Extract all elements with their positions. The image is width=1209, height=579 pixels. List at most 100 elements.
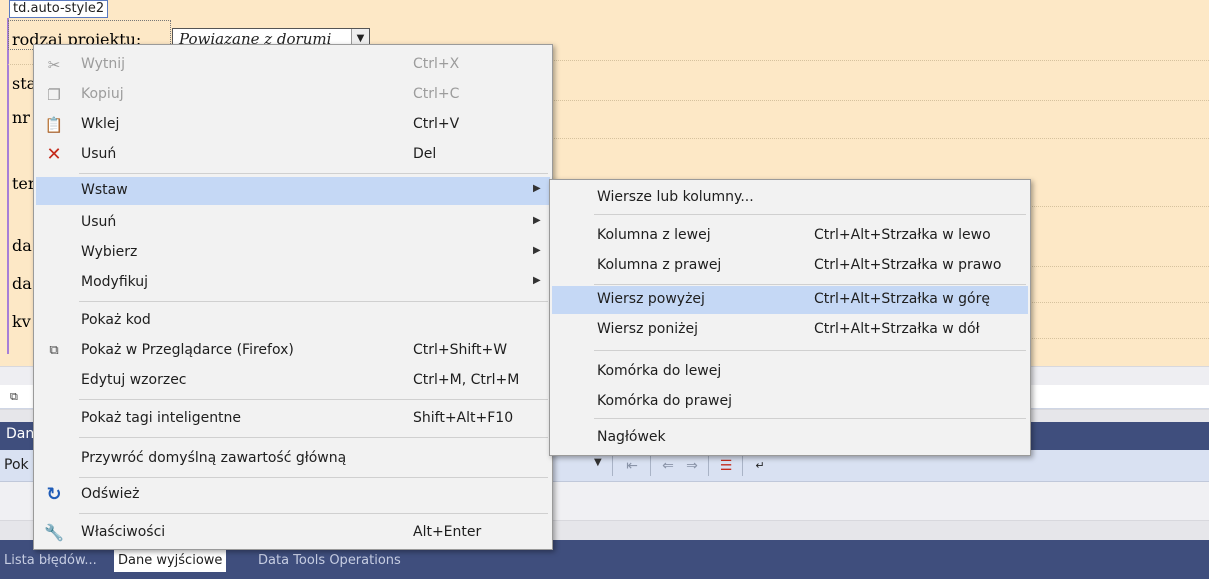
menu-item-label: Modyfikuj — [81, 274, 149, 290]
menu-item-shortcut: Ctrl+Alt+Strzałka w górę — [814, 291, 990, 307]
submenu-item-row-above[interactable]: Wiersz powyżej Ctrl+Alt+Strzałka w górę — [552, 286, 1028, 314]
chevron-right-icon: ▶ — [533, 275, 541, 286]
menu-item-label: Wstaw — [81, 182, 128, 198]
menu-separator — [594, 350, 1026, 351]
menu-item-label: Kolumna z lewej — [597, 227, 711, 243]
row-divider — [8, 64, 33, 66]
menu-item-label: Właściwości — [81, 524, 166, 540]
menu-item-label: Pokaż kod — [81, 312, 151, 328]
menu-item-copy[interactable]: ❐ Kopiuj Ctrl+C — [36, 81, 550, 109]
submenu-item-column-right[interactable]: Kolumna z prawej Ctrl+Alt+Strzałka w pra… — [552, 252, 1028, 280]
scissors-icon: ✂ — [47, 56, 61, 74]
menu-separator — [79, 513, 548, 514]
menu-item-cut[interactable]: ✂ Wytnij Ctrl+X — [36, 51, 550, 79]
menu-item-shortcut: Ctrl+Alt+Strzałka w lewo — [814, 227, 991, 243]
output-panel-title-text: Dan — [6, 426, 35, 442]
menu-separator — [594, 284, 1026, 285]
menu-item-label: Odśwież — [81, 486, 140, 502]
tab-data-tools-operations[interactable]: Data Tools Operations — [254, 550, 405, 572]
submenu-item-header[interactable]: Nagłówek — [552, 424, 1028, 452]
menu-item-label: Edytuj wzorzec — [81, 372, 187, 388]
submenu-item-row-below[interactable]: Wiersz poniżej Ctrl+Alt+Strzałka w dół — [552, 316, 1028, 344]
tab-error-list[interactable]: Lista błędów... — [0, 550, 101, 572]
browser-window-icon: ⧉ — [49, 343, 59, 358]
selection-frame — [7, 18, 9, 354]
menu-item-label: Wytnij — [81, 56, 126, 72]
previous-message-icon[interactable]: ⇐ — [658, 456, 678, 476]
menu-item-view-code[interactable]: Pokaż kod — [36, 307, 550, 335]
menu-item-label: Pokaż tagi inteligentne — [81, 410, 242, 426]
menu-item-select[interactable]: Wybierz ▶ — [36, 239, 550, 267]
row-divider — [552, 60, 1209, 62]
menu-item-label: Wiersze lub kolumny... — [597, 189, 754, 205]
tag-hint: td.auto-style2 — [9, 0, 109, 18]
menu-item-shortcut: Ctrl+Shift+W — [413, 342, 508, 358]
find-message-icon[interactable]: ⇤ — [622, 456, 642, 476]
menu-item-delete-sub[interactable]: Usuń ▶ — [36, 209, 550, 237]
submenu-item-rows-or-columns[interactable]: Wiersze lub kolumny... — [552, 184, 1028, 212]
toolbar-separator — [612, 456, 613, 476]
menu-item-label: Usuń — [81, 146, 117, 162]
clipboard-icon: 📋 — [44, 116, 64, 134]
copy-icon: ❐ — [47, 86, 61, 104]
form-label-6: da — [12, 274, 32, 293]
menu-item-shortcut: Ctrl+X — [413, 56, 460, 72]
row-divider — [552, 100, 1209, 102]
menu-item-shortcut: Ctrl+V — [413, 116, 460, 132]
refresh-icon: ↻ — [46, 484, 62, 505]
output-source-label: Pok — [4, 457, 29, 473]
context-menu: ✂ Wytnij Ctrl+X ❐ Kopiuj Ctrl+C 📋 Wklej … — [33, 44, 553, 550]
menu-item-label: Wklej — [81, 116, 120, 132]
menu-item-view-in-browser[interactable]: ⧉ Pokaż w Przeglądarce (Firefox) Ctrl+Sh… — [36, 337, 550, 365]
form-label-5: da — [12, 236, 32, 255]
form-label-3: nr — [12, 108, 30, 127]
chevron-right-icon: ▶ — [533, 245, 541, 256]
menu-separator — [79, 437, 548, 438]
red-x-icon: ✕ — [46, 144, 62, 165]
toolbar-separator — [742, 456, 743, 476]
menu-item-shortcut: Ctrl+Alt+Strzałka w prawo — [814, 257, 1002, 273]
tab-output[interactable]: Dane wyjściowe — [114, 550, 227, 572]
menu-item-shortcut: Ctrl+Alt+Strzałka w dół — [814, 321, 980, 337]
menu-item-paste[interactable]: 📋 Wklej Ctrl+V — [36, 111, 550, 139]
menu-separator — [79, 173, 548, 174]
menu-item-shortcut: Del — [413, 146, 437, 162]
menu-item-modify[interactable]: Modyfikuj ▶ — [36, 269, 550, 297]
menu-item-label: Usuń — [81, 214, 117, 230]
menu-item-shortcut: Shift+Alt+F10 — [413, 410, 514, 426]
menu-item-shortcut: Ctrl+C — [413, 86, 460, 102]
menu-item-properties[interactable]: 🔧 Właściwości Alt+Enter — [36, 519, 550, 547]
menu-item-delete[interactable]: ✕ Usuń Del — [36, 141, 550, 169]
menu-item-smart-tags[interactable]: Pokaż tagi inteligentne Shift+Alt+F10 — [36, 405, 550, 433]
menu-item-edit-template[interactable]: Edytuj wzorzec Ctrl+M, Ctrl+M — [36, 367, 550, 395]
menu-item-label: Wybierz — [81, 244, 138, 260]
menu-item-insert[interactable]: Wstaw ▶ — [36, 177, 550, 205]
design-view-icon[interactable]: ⧉ — [10, 390, 18, 404]
menu-item-shortcut: Alt+Enter — [413, 524, 482, 540]
toolbar-separator — [708, 456, 709, 476]
submenu-item-cell-right[interactable]: Komórka do prawej — [552, 388, 1028, 416]
chevron-right-icon: ▶ — [533, 183, 541, 194]
word-wrap-icon[interactable]: ↵ — [750, 456, 770, 476]
wrench-icon: 🔧 — [44, 523, 64, 542]
clear-all-icon[interactable]: ☰ — [716, 456, 736, 476]
next-message-icon[interactable]: ⇒ — [682, 456, 702, 476]
menu-item-label: Przywróć domyślną zawartość główną — [81, 450, 347, 466]
menu-item-label: Kolumna z prawej — [597, 257, 722, 273]
menu-item-label: Kopiuj — [81, 86, 124, 102]
chevron-down-icon[interactable]: ▼ — [594, 457, 602, 468]
menu-separator — [79, 477, 548, 478]
menu-item-label: Nagłówek — [597, 429, 666, 445]
menu-separator — [594, 418, 1026, 419]
submenu-item-column-left[interactable]: Kolumna z lewej Ctrl+Alt+Strzałka w lewo — [552, 222, 1028, 250]
row-divider — [552, 138, 1209, 140]
toolbar-separator — [650, 456, 651, 476]
menu-item-label: Komórka do prawej — [597, 393, 732, 409]
menu-item-restore-default-content[interactable]: Przywróć domyślną zawartość główną — [36, 445, 550, 473]
menu-item-refresh[interactable]: ↻ Odśwież — [36, 481, 550, 509]
menu-item-label: Wiersz poniżej — [597, 321, 698, 337]
form-label-7: kv — [12, 312, 31, 331]
submenu-item-cell-left[interactable]: Komórka do lewej — [552, 358, 1028, 386]
form-label-4: ter — [12, 174, 36, 193]
menu-separator — [79, 399, 548, 400]
